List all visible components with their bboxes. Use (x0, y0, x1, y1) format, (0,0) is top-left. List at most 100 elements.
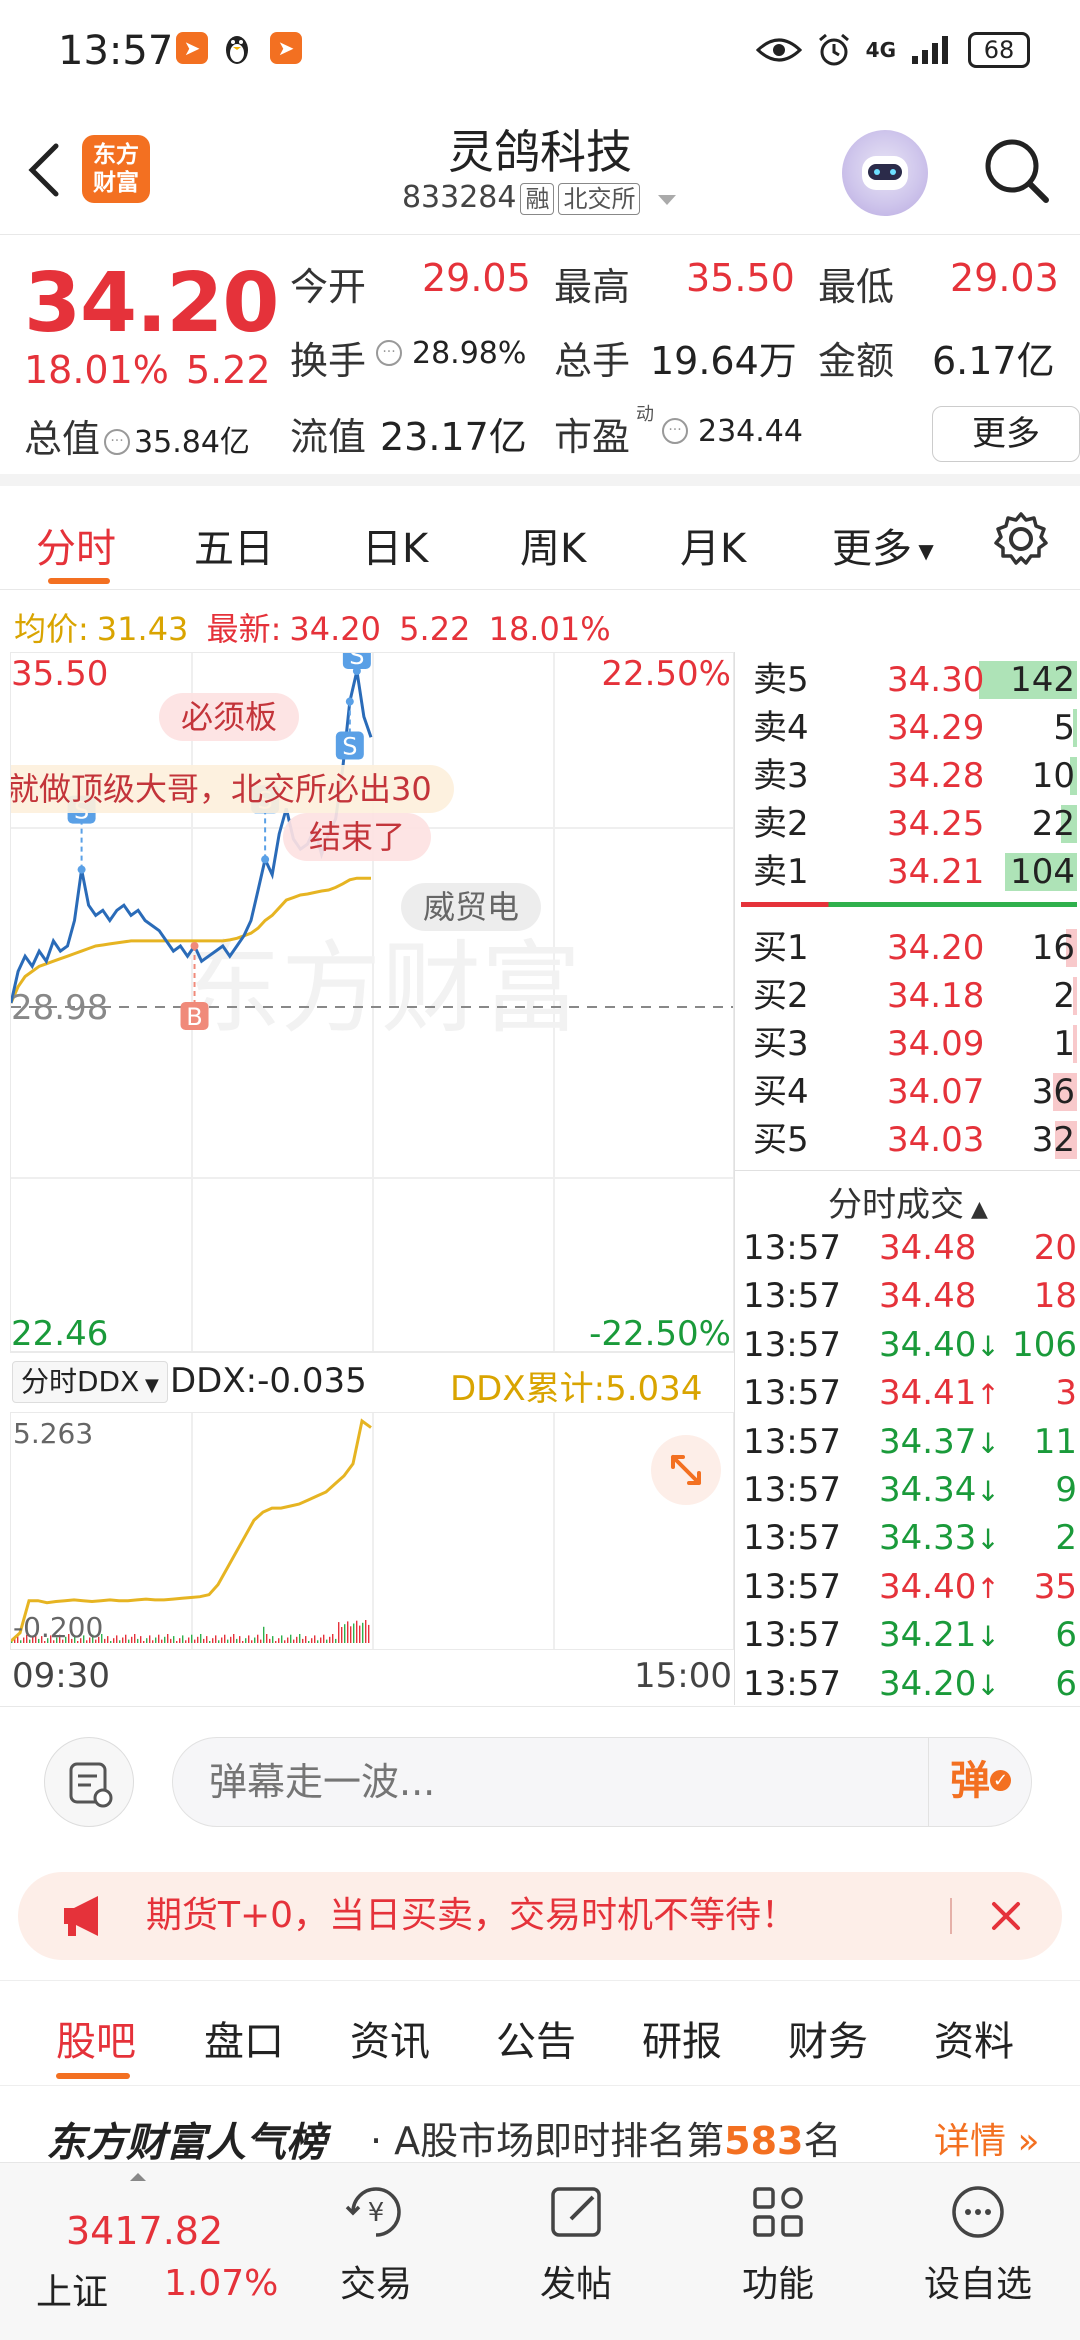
nav-functions[interactable]: 功能 (708, 2177, 848, 2307)
danmu-input[interactable] (172, 1737, 1032, 1827)
avg-label: 均价: (14, 610, 89, 648)
close-icon[interactable] (978, 1888, 1034, 1944)
ddx-axis-high: 5.263 (13, 1417, 93, 1450)
tab-monthly-k[interactable]: 月K (680, 516, 746, 574)
danmu-settings-button[interactable] (44, 1737, 134, 1827)
ddx-bar (344, 1624, 346, 1643)
tab-weekly-k[interactable]: 周K (520, 516, 586, 574)
check-icon: ✓ (989, 1770, 1012, 1791)
ddx-bar (188, 1637, 190, 1643)
nav-functions-label: 功能 (741, 2264, 814, 2305)
ask-row[interactable]: 卖5 34.30 142 (745, 656, 1077, 704)
search-icon[interactable] (976, 130, 1056, 210)
ddx-bar (191, 1634, 193, 1643)
tab-guba[interactable]: 股吧 (56, 2009, 136, 2067)
nav-trade[interactable]: ¥ 交易 (306, 2177, 446, 2307)
exchange-tag: 北交所 (558, 183, 641, 215)
total-value: 35.84亿 (134, 425, 250, 460)
more-button[interactable]: 更多 (932, 406, 1080, 462)
ask-level-label: 卖1 (753, 852, 809, 892)
ddx-cum-value: 5.034 (605, 1369, 703, 1409)
info-icon[interactable]: ··· (104, 428, 131, 455)
edit-post-icon (551, 2187, 601, 2237)
tick-price-value: 34.41 (879, 1373, 977, 1414)
ddx-bar (134, 1634, 136, 1643)
danmu-bubble: 就做顶级大哥，北交所必出30 (11, 765, 454, 813)
bid-row[interactable]: 买4 34.07 36 (745, 1068, 1077, 1116)
ddx-value: -0.035 (257, 1361, 367, 1401)
pe-label: 市盈 (554, 415, 631, 459)
tick-time: 13:57 (743, 1276, 841, 1317)
assistant-robot-avatar[interactable] (842, 130, 928, 216)
promo-banner[interactable]: 期货T+0，当日买卖，交易时机不等待！ (18, 1872, 1062, 1960)
intraday-price-chart[interactable]: 东方财富 SSSSB 35.50 28.98 22.46 22.50% -22.… (10, 652, 734, 1352)
index-ticker[interactable]: 3417.82 上证 1.07% (0, 2163, 290, 2340)
ddx-bar (287, 1637, 289, 1643)
ddx-bar (329, 1636, 331, 1643)
ddx-readout: DDX:-0.035 (170, 1361, 367, 1401)
ddx-chart[interactable]: 5.263 -0.200 (9, 1412, 734, 1650)
tab-finance[interactable]: 财务 (788, 2009, 868, 2067)
rank-suffix: 名 (803, 2119, 842, 2163)
popularity-rank-row[interactable]: 东方财富人气榜 · A股市场即时排名第583名 详情 » (0, 2098, 1080, 2166)
low-label: 最低 (818, 265, 895, 309)
ddx-bar (341, 1627, 343, 1643)
tab-announcements[interactable]: 公告 (496, 2009, 576, 2067)
ask-row[interactable]: 卖2 34.25 22 (745, 800, 1077, 848)
tick-price: 34.48 (879, 1272, 976, 1322)
ddx-bar (131, 1636, 133, 1643)
ask-row[interactable]: 卖4 34.29 5 (745, 704, 1077, 752)
tick-row: 13:57 34.48 20 (739, 1224, 1077, 1272)
pe-dynamic-tag: 动 (636, 404, 654, 425)
tab-daily-k[interactable]: 日K (362, 516, 428, 574)
ask-price: 34.29 (887, 708, 985, 748)
details-link[interactable]: 详情 » (934, 2112, 1039, 2164)
danmu-list-icon (69, 1762, 113, 1808)
ddx-selector[interactable]: 分时DDX ▼ (12, 1361, 168, 1403)
bid-row[interactable]: 买1 34.20 16 (745, 924, 1077, 972)
chevron-down-icon[interactable] (656, 193, 678, 207)
nav-post[interactable]: 发帖 (506, 2177, 646, 2307)
nav-add-watchlist-label: 设自选 (923, 2264, 1032, 2305)
ddx-bar (197, 1636, 199, 1643)
ddx-bar (368, 1624, 370, 1643)
promo-text: 期货T+0，当日买卖，交易时机不等待！ (146, 1895, 798, 1936)
time-axis-end: 15:00 (634, 1656, 732, 1696)
tab-five-day[interactable]: 五日 (194, 516, 274, 574)
ddx-bar (143, 1641, 145, 1643)
bid-row[interactable]: 买3 34.09 1 (745, 1020, 1077, 1068)
gear-icon[interactable] (990, 508, 1052, 570)
ticks-header[interactable]: 分时成交 ▲ (735, 1170, 1080, 1225)
info-icon[interactable]: ··· (376, 340, 402, 366)
caret-up-icon: ▲ (964, 1197, 988, 1222)
tab-news[interactable]: 资讯 (350, 2009, 430, 2067)
divider (950, 1898, 952, 1934)
index-pct: 1.07% (164, 2263, 279, 2304)
expand-chart-button[interactable] (651, 1435, 721, 1505)
nav-add-watchlist[interactable]: 设自选 (908, 2177, 1048, 2307)
bid-row[interactable]: 买5 34.03 32 (745, 1116, 1077, 1164)
tick-time: 13:57 (743, 1324, 841, 1365)
network-type: 4G (865, 38, 896, 62)
ask-row[interactable]: 卖1 34.21 104 (745, 848, 1077, 896)
ddx-bar (200, 1634, 202, 1643)
tab-profile[interactable]: 资料 (934, 2009, 1014, 2067)
volume-label: 总手 (554, 339, 631, 383)
ddx-bar (308, 1641, 310, 1643)
bid-price: 34.09 (887, 1024, 985, 1064)
info-tabs: 股吧 盘口 资讯 公告 研报 财务 资料 (0, 1980, 1080, 2086)
change-percent: 18.01% (24, 348, 169, 392)
ddx-bar (293, 1639, 295, 1643)
latest-label: 最新: (206, 610, 282, 648)
tab-intraday[interactable]: 分时 (36, 516, 116, 574)
ddx-bar (128, 1639, 130, 1643)
tab-research[interactable]: 研报 (642, 2009, 722, 2067)
total-value-label: 总值 (24, 417, 101, 461)
tab-pankou[interactable]: 盘口 (204, 2009, 284, 2067)
info-icon[interactable]: ··· (662, 418, 688, 444)
tab-more[interactable]: 更多 ▼ (832, 516, 934, 574)
ask-row[interactable]: 卖3 34.28 10 (745, 752, 1077, 800)
send-danmu-button[interactable]: 弹 ✓ (928, 1737, 1032, 1827)
bid-row[interactable]: 买2 34.18 2 (745, 972, 1077, 1020)
tick-price: 34.33↓ (879, 1514, 1000, 1564)
